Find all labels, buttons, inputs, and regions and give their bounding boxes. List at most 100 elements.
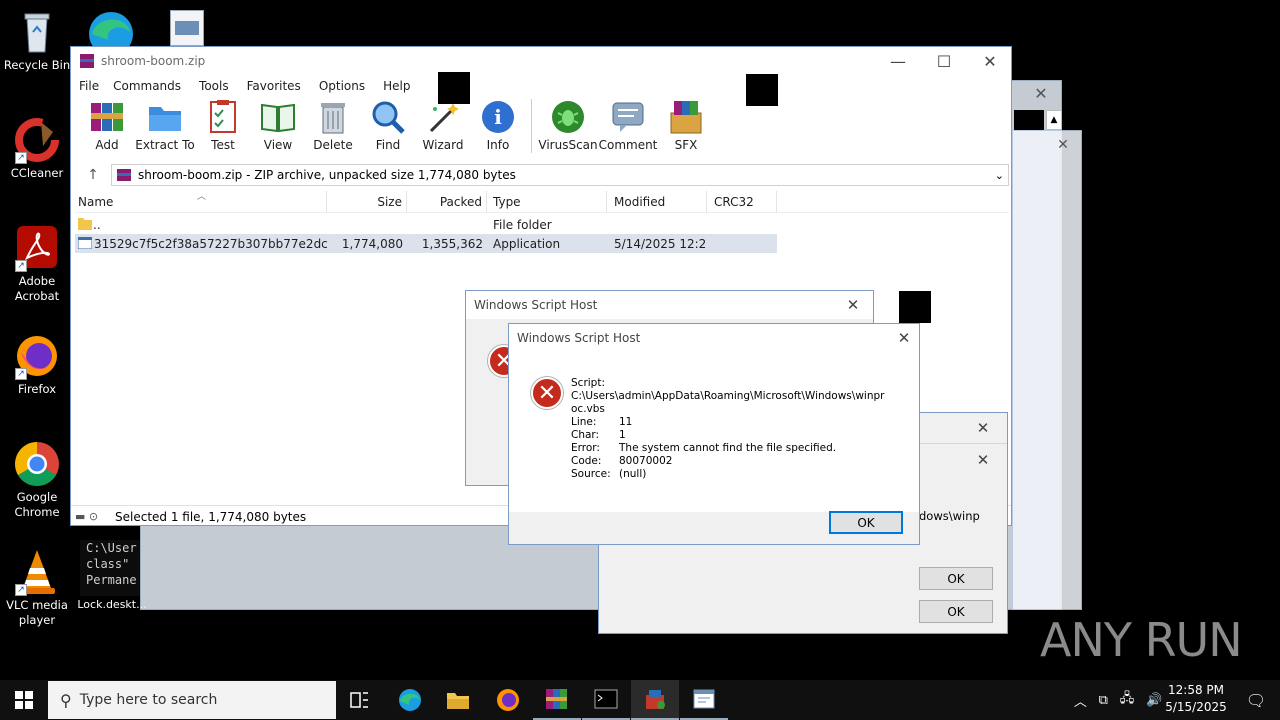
image-file-icon[interactable] [170,10,204,46]
test-button[interactable]: Test [195,97,251,152]
folder-icon [447,693,469,709]
delete-button[interactable]: Delete [305,97,361,152]
extract-to-button[interactable]: Extract To [134,97,196,152]
menu-commands[interactable]: Commands [113,79,181,93]
notification-icon[interactable]: 🗨 [1236,680,1276,720]
virusscan-button[interactable]: VirusScan [538,97,598,152]
adobe-acrobat-icon: ↗ [13,224,61,272]
desktop-icon-ccleaner[interactable]: ↗ CCleaner [1,116,73,181]
ok-button[interactable]: OK [919,600,993,623]
close-icon[interactable]: ✕ [836,293,870,317]
comment-icon [610,99,646,135]
task-view-icon [350,692,368,708]
source-value: (null) [619,468,647,480]
taskbar-cmd[interactable] [582,680,630,720]
ok-button[interactable]: OK [919,567,993,590]
taskbar-explorer[interactable] [434,680,482,720]
view-button[interactable]: View [250,97,306,152]
desktop-icon-firefox[interactable]: ↗ Firefox [1,332,73,397]
redaction-box [438,72,470,104]
column-packed[interactable]: Packed [407,191,487,213]
menu-favorites[interactable]: Favorites [247,79,301,93]
taskbar-notepad[interactable] [680,680,728,720]
close-icon[interactable]: ✕ [963,447,1003,473]
close-icon[interactable]: ✕ [1018,80,1064,106]
cell-packed: 1,355,362 [421,236,483,251]
book-icon [260,99,296,135]
line-value: 11 [619,416,633,428]
taskbar-search[interactable]: ⚲ Type here to search [48,681,336,719]
partial-text: dows\winp [919,509,980,523]
error-icon: ✕ [531,377,563,409]
tool-label: Extract To [135,138,195,152]
tool-label: Wizard [422,138,464,152]
chevron-down-icon[interactable]: ⌄ [995,169,1004,182]
console-fragment: C:\User class" Permane [80,540,140,596]
line-label: Line: [571,416,597,428]
device-icon[interactable]: ⧉ [1099,693,1108,708]
close-icon[interactable]: ✕ [887,326,921,350]
desktop-icon-vlc[interactable]: ↗ VLC media player [1,548,73,628]
close-icon[interactable]: ✕ [963,415,1003,441]
dialog-titlebar[interactable]: Windows Script Host [509,324,919,352]
table-row[interactable]: .. File folder [75,215,777,234]
desktop-icon-recycle-bin[interactable]: Recycle Bin [1,8,73,73]
taskbar-winrar[interactable] [533,680,581,720]
status-text: Selected 1 file, 1,774,080 bytes [115,509,307,524]
minimize-button[interactable]: — [875,47,921,75]
close-button[interactable]: ✕ [967,47,1013,75]
desktop-icon-label: Lock.deskt... [77,598,147,611]
tool-label: VirusScan [538,138,598,152]
desktop-icon-lock[interactable]: Lock.deskt... [76,597,148,612]
column-size[interactable]: Size [327,191,407,213]
menu-tools[interactable]: Tools [199,79,229,93]
comment-button[interactable]: Comment [597,97,659,152]
clock[interactable]: 12:58 PM 5/15/2025 [1164,682,1228,718]
dialog-titlebar[interactable]: Windows Script Host [466,291,873,319]
network-icon[interactable]: 🖧 [1120,689,1135,711]
info-button[interactable]: i Info [470,97,526,152]
error-label: Error: [571,442,600,454]
dialog-title: Windows Script Host [474,298,598,312]
char-value: 1 [619,429,626,441]
desktop-icon-chrome[interactable]: Google Chrome [1,440,73,520]
add-button[interactable]: Add [79,97,135,152]
column-modified[interactable]: Modified [607,191,707,213]
desktop-icon-label: VLC media player [6,598,68,627]
chevron-up-icon[interactable]: ︿ [1074,691,1087,710]
notepad-icon [693,689,715,709]
error-value: The system cannot find the file specifie… [619,442,837,454]
volume-icon[interactable]: 🔊 [1146,693,1162,708]
edge-desktop-icon[interactable] [86,6,136,56]
taskbar-wsh[interactable] [631,680,679,720]
toolbar: Add Extract To Test View Delete Find Wiz… [71,97,1011,161]
sfx-button[interactable]: SFX [658,97,714,152]
folder-icon [78,218,92,230]
close-icon[interactable]: ✕ [1048,134,1078,156]
menu-options[interactable]: Options [319,79,365,93]
table-row[interactable]: 31529c7f5c2f38a57227b307bb77e2dc86d28...… [75,234,777,253]
char-label: Char: [571,429,600,441]
column-type[interactable]: Type [487,191,607,213]
taskbar-edge[interactable] [386,680,434,720]
task-view-button[interactable] [336,680,384,720]
winrar-app-icon [80,54,94,68]
menu-file[interactable]: File [79,79,99,93]
start-button[interactable] [0,680,48,720]
maximize-button[interactable]: ☐ [921,47,967,75]
ok-button[interactable]: OK [829,511,903,534]
menu-help[interactable]: Help [383,79,410,93]
path-field[interactable]: shroom-boom.zip - ZIP archive, unpacked … [111,164,1009,186]
search-placeholder: Type here to search [79,692,218,708]
desktop-icon-adobe-acrobat[interactable]: ↗ Adobe Acrobat [1,224,73,304]
taskbar-firefox[interactable] [484,680,532,720]
wizard-button[interactable]: Wizard [415,97,471,152]
column-crc32[interactable]: CRC32 [707,191,777,213]
up-arrow-icon[interactable]: ↑ [75,167,111,183]
find-button[interactable]: Find [360,97,416,152]
scroll-up-icon[interactable]: ▲ [1046,110,1062,130]
tool-label: Comment [598,138,658,152]
winrar-titlebar[interactable]: shroom-boom.zip [71,47,1011,75]
source-label: Source: [571,468,611,480]
anyrun-watermark: ANY RUN [1040,608,1243,672]
